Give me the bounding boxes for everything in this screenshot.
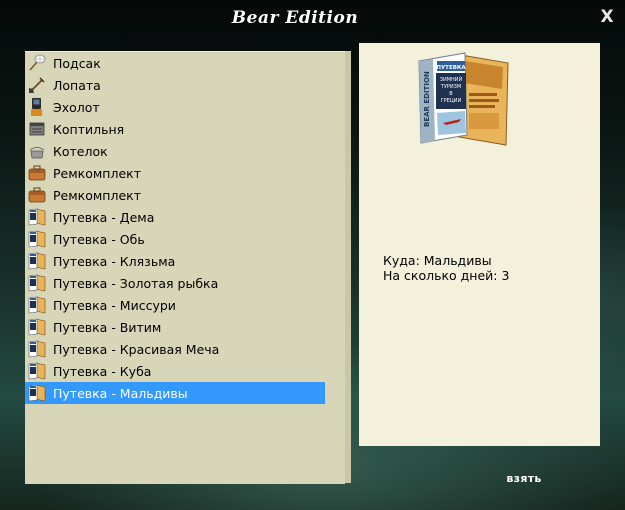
list-item-label: Путевка - Дема [53,209,155,225]
list-item[interactable]: Ремкомплект [25,184,325,206]
cooking-pot-icon [27,141,47,161]
list-item[interactable]: Путевка - Миссури [25,294,325,316]
list-item-label: Коптильня [53,121,125,137]
list-item-label: Ремкомплект [53,165,141,181]
booklet-line-4: ГРЕЦИИ [441,98,462,104]
travel-voucher-icon [27,273,47,293]
list-item[interactable]: Путевка - Красивая Меча [25,338,325,360]
duration-text: На сколько дней: 3 [383,268,510,283]
booklet-line-1: ЗИМНИЙ [440,76,463,83]
close-button[interactable]: X [598,8,616,26]
landing-net-icon [27,53,47,73]
list-item-label: Путевка - Клязьма [53,253,176,269]
repair-kit-icon [27,163,47,183]
inventory-list: Подсак Лопата Эхолот Коптильня Котелок Ремком… [25,52,345,404]
booklet-line-3: В [449,91,453,97]
list-item[interactable]: Путевка - Витим [25,316,325,338]
echo-sounder-icon [27,97,47,117]
travel-voucher-icon [27,207,47,227]
list-item-label: Котелок [53,143,108,159]
list-item-label: Эхолот [53,99,100,115]
window-title: Bear Edition [231,8,359,28]
list-item-label: Подсак [53,55,101,71]
take-button[interactable]: взять [500,472,548,488]
item-detail-panel: BEAR EDITION ПУТЕВКА ЗИМНИЙ ТУРИЗМ В ГРЕ… [359,43,600,446]
travel-voucher-icon [27,251,47,271]
list-item-label: Путевка - Витим [53,319,162,335]
destination-text: Куда: Мальдивы [383,253,492,268]
travel-voucher-icon [27,295,47,315]
booklet-line-2: ТУРИЗМ [440,84,461,90]
list-item[interactable]: Путевка - Обь [25,228,325,250]
list-item-label: Путевка - Золотая рыбка [53,275,219,291]
travel-booklet-image: BEAR EDITION ПУТЕВКА ЗИМНИЙ ТУРИЗМ В ГРЕ… [418,52,509,146]
booklet-header: ПУТЕВКА [436,65,466,71]
list-item[interactable]: Путевка - Золотая рыбка [25,272,325,294]
list-item-label: Путевка - Обь [53,231,145,247]
list-item[interactable]: Коптильня [25,118,325,140]
list-item[interactable]: Путевка - Куба [25,360,325,382]
list-item[interactable]: Путевка - Мальдивы [25,382,325,404]
list-item[interactable]: Лопата [25,74,325,96]
list-item[interactable]: Ремкомплект [25,162,325,184]
list-scrollbar[interactable] [345,51,351,483]
list-item[interactable]: Путевка - Дема [25,206,325,228]
list-item-label: Ремкомплект [53,187,141,203]
list-item[interactable]: Котелок [25,140,325,162]
list-item-label: Лопата [53,77,101,93]
item-description: Куда: Мальдивы На сколько дней: 3 [383,253,509,283]
travel-voucher-icon [27,229,47,249]
list-item[interactable]: Подсак [25,52,325,74]
list-item[interactable]: Эхолот [25,96,325,118]
list-item-label: Путевка - Миссури [53,297,176,313]
travel-voucher-icon [27,383,47,403]
list-item-label: Путевка - Куба [53,363,152,379]
list-item-label: Путевка - Красивая Меча [53,341,220,357]
shovel-icon [27,75,47,95]
travel-voucher-icon [27,361,47,381]
smokehouse-icon [27,119,47,139]
travel-voucher-icon [27,317,47,337]
list-item[interactable]: Путевка - Клязьма [25,250,325,272]
booklet-brand: BEAR EDITION [423,71,431,127]
repair-kit-icon [27,185,47,205]
list-item-label: Путевка - Мальдивы [53,385,188,401]
inventory-list-panel: Подсак Лопата Эхолот Коптильня Котелок Ремком… [25,51,345,484]
travel-voucher-icon [27,339,47,359]
